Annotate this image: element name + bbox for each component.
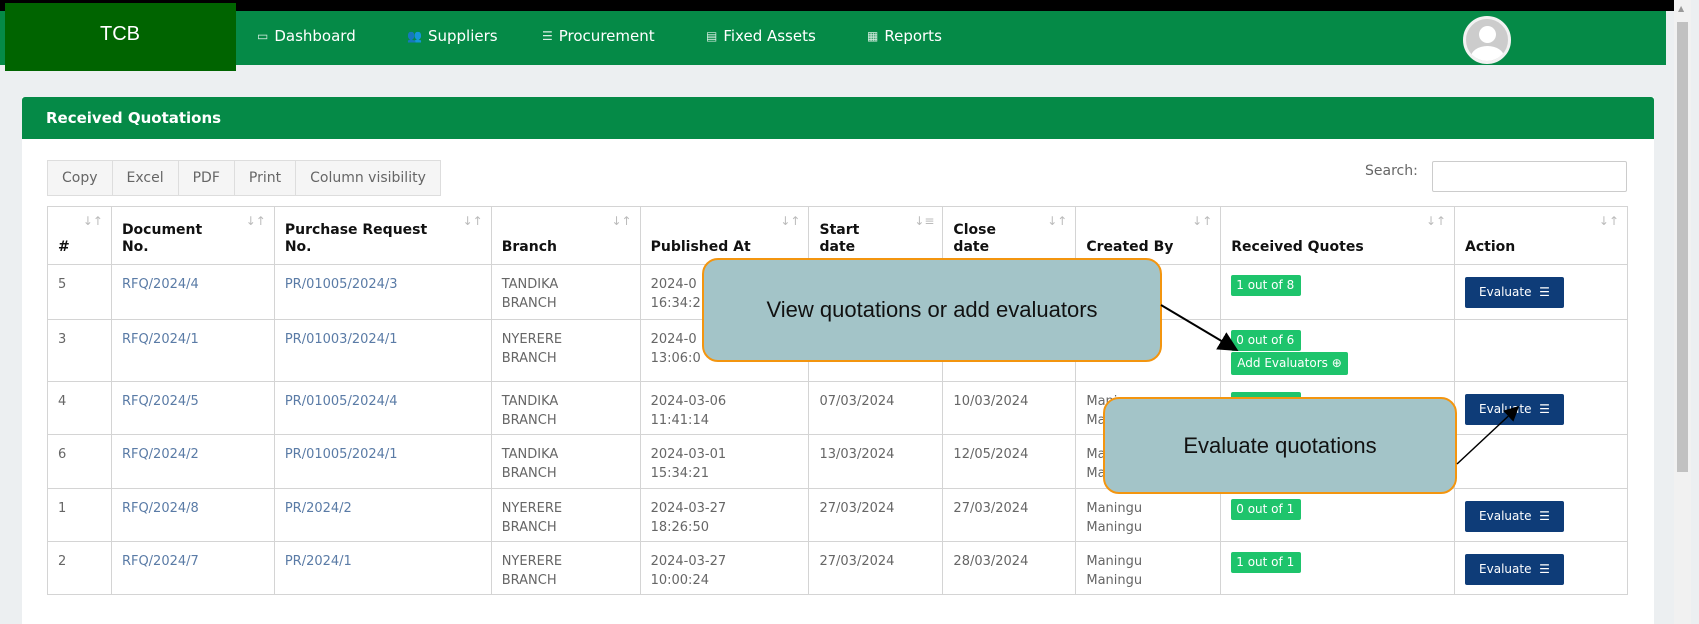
- arrow-to-evaluate: [1456, 405, 1520, 465]
- annotation-arrows: [1160, 304, 1520, 465]
- arrow-to-add-evaluators: [1160, 304, 1239, 352]
